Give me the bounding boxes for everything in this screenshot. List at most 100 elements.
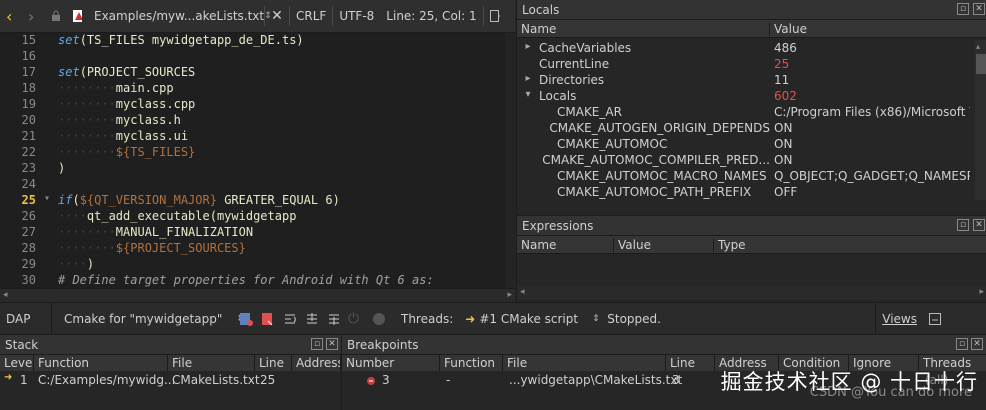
stop-debug-button[interactable] <box>257 302 279 335</box>
code-line[interactable]: 25➜ ▾ if(${QT_VERSION_MAJOR} GREATER_EQUAL… <box>0 193 515 209</box>
code-line[interactable]: 16 <box>0 49 515 65</box>
column-line[interactable]: Line <box>255 355 292 371</box>
close-file-button[interactable]: ✕ <box>265 0 289 33</box>
close-icon[interactable]: ✕ <box>973 219 985 231</box>
gutter[interactable] <box>38 65 58 81</box>
encoding-selector[interactable]: UTF-8 <box>333 0 380 33</box>
views-button[interactable]: Views <box>875 302 923 335</box>
locals-scrollbar[interactable]: ▴ <box>975 40 986 200</box>
scroll-left-icon[interactable]: ◂ <box>3 290 8 300</box>
column-name[interactable]: Name <box>517 237 614 252</box>
cursor-position[interactable]: Line: 25, Col: 1 <box>380 0 482 33</box>
forward-button[interactable]: › <box>22 0 44 33</box>
code-line[interactable]: 15 set(TS_FILES mywidgetapp_de_DE.ts) <box>0 33 515 49</box>
fold-icon[interactable]: ▾ <box>44 193 50 204</box>
locals-row[interactable]: CMAKE_AUTOGEN_ORIGIN_DEPENDS ON <box>517 120 972 136</box>
gutter[interactable] <box>38 177 58 193</box>
locals-row[interactable]: ▸ CacheVariables 486 <box>517 40 972 56</box>
step-into-button[interactable] <box>301 302 323 335</box>
code-editor[interactable]: 15 set(TS_FILES mywidgetapp_de_DE.ts) 16 17… <box>0 33 515 288</box>
code-line[interactable]: 26 ····qt_add_executable(mywidgetapp <box>0 209 515 225</box>
locals-row[interactable]: CMAKE_AUTOMOC ON <box>517 136 972 152</box>
back-button[interactable]: ‹ <box>0 0 22 33</box>
code-line[interactable]: 29 ····) <box>0 257 515 273</box>
float-icon[interactable]: ▫ <box>956 338 968 350</box>
locals-row[interactable]: CMAKE_AUTOMOC_COMPILER_PRED... ON <box>517 152 972 168</box>
column-level[interactable]: Level <box>0 355 34 371</box>
locals-row[interactable]: ▾ Locals 602 <box>517 88 972 104</box>
locals-row[interactable]: CMAKE_AUTOMOC_MACRO_NAMES Q_OBJECT;Q_GADG… <box>517 168 972 184</box>
float-icon[interactable]: ▫ <box>957 219 969 231</box>
gutter[interactable]: ▾ <box>38 193 58 209</box>
code-line[interactable]: 28 ········${PROJECT_SOURCES} <box>0 241 515 257</box>
column-value[interactable]: Value <box>770 22 807 36</box>
step-out-button[interactable] <box>323 302 345 335</box>
thread-label: #1 CMake script <box>479 311 579 326</box>
line-ending-selector[interactable]: CRLF <box>290 0 332 33</box>
expand-arrow-icon[interactable]: ▾ <box>517 89 539 103</box>
gutter[interactable] <box>38 273 58 289</box>
gutter[interactable] <box>38 33 58 49</box>
name-cell: CMAKE_AR <box>517 105 770 119</box>
locals-row[interactable]: CMAKE_AR C:/Program Files (x86)/Microsoft… <box>517 104 972 120</box>
scroll-right-icon[interactable]: ▸ <box>507 290 512 300</box>
restart-icon[interactable]: ⏻ <box>345 302 367 335</box>
gutter[interactable] <box>38 241 58 257</box>
locals-row[interactable]: CurrentLine 25 <box>517 56 972 72</box>
gutter[interactable] <box>38 97 58 113</box>
vertical-scrollbar[interactable] <box>505 33 515 288</box>
panel-toggle-icon[interactable] <box>923 302 947 335</box>
line-number: 22 <box>21 145 36 159</box>
expand-arrow-icon[interactable]: ▸ <box>517 73 539 87</box>
column-file[interactable]: File <box>168 355 255 371</box>
code-line[interactable]: 27 ········MANUAL_FINALIZATION <box>0 225 515 241</box>
code-line[interactable]: 30 # Define target properties for Android… <box>0 273 515 289</box>
code-line[interactable]: 23) <box>0 161 515 177</box>
float-icon[interactable]: ▫ <box>311 338 323 350</box>
float-icon[interactable]: ▫ <box>957 3 969 15</box>
split-icon[interactable] <box>484 0 506 33</box>
column-address[interactable]: Address <box>292 355 341 371</box>
thread-selector[interactable]: ➜ #1 CMake script ⇕ <box>459 302 601 335</box>
column-value[interactable]: Value <box>614 237 714 252</box>
horizontal-scrollbar[interactable]: ◂ ▸ <box>0 288 515 302</box>
locals-row[interactable]: ▸ Directories 11 <box>517 72 972 88</box>
close-icon[interactable]: ✕ <box>971 338 983 350</box>
gutter[interactable] <box>38 257 58 273</box>
line-number: 28 <box>21 241 36 255</box>
debugger-engine-selector[interactable]: DAP <box>0 302 52 335</box>
column-function[interactable]: Function <box>34 355 168 371</box>
variable-value: ON <box>774 153 793 167</box>
column-number[interactable]: Number <box>342 355 440 371</box>
stack-row[interactable]: ➜ 1 C:/Examples/mywidg... CMakeLists.txt… <box>0 372 341 388</box>
expand-arrow-icon[interactable]: ▸ <box>517 41 539 55</box>
file-selector[interactable]: Examples/myw...akeLists.txt ⇕ <box>88 0 272 33</box>
record-icon[interactable] <box>367 302 393 335</box>
expressions-hscroll[interactable]: ◂ ▸ <box>517 286 986 300</box>
step-over-button[interactable] <box>279 302 301 335</box>
gutter[interactable] <box>38 113 58 129</box>
code-line[interactable]: 21 ········myclass.ui <box>0 129 515 145</box>
close-icon[interactable]: ✕ <box>973 3 985 15</box>
code-line[interactable]: 22 ········${TS_FILES} <box>0 145 515 161</box>
column-file[interactable]: File <box>503 355 666 371</box>
gutter[interactable] <box>38 145 58 161</box>
gutter[interactable] <box>38 49 58 65</box>
gutter[interactable] <box>38 225 58 241</box>
column-type[interactable]: Type <box>714 238 746 252</box>
gutter[interactable] <box>38 209 58 225</box>
close-icon[interactable]: ✕ <box>326 338 338 350</box>
code-line[interactable]: 24 <box>0 177 515 193</box>
code-line[interactable]: 20 ········myclass.h <box>0 113 515 129</box>
code-line[interactable]: 17 set(PROJECT_SOURCES <box>0 65 515 81</box>
gutter[interactable] <box>38 129 58 145</box>
column-name[interactable]: Name <box>517 21 770 36</box>
locals-row[interactable]: CMAKE_AUTOMOC_PATH_PREFIX OFF <box>517 184 972 200</box>
code-line[interactable]: 18 ········main.cpp <box>0 81 515 97</box>
run-to-line-button[interactable] <box>235 302 257 335</box>
gutter[interactable] <box>38 81 58 97</box>
column-function[interactable]: Function <box>440 355 503 371</box>
code-line[interactable]: 19 ········myclass.cpp <box>0 97 515 113</box>
gutter[interactable] <box>38 161 58 177</box>
target-selector[interactable]: Cmake for "mywidgetapp" ⇕ <box>52 302 244 335</box>
